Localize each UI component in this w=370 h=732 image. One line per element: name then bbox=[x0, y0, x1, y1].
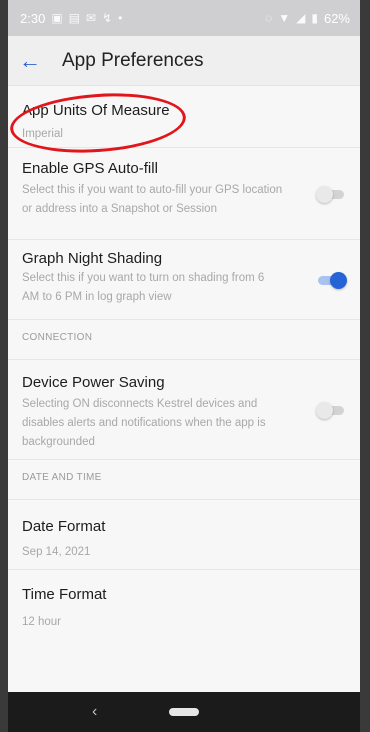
pref-gps-autofill[interactable]: Enable GPS Auto-fill Select this if you … bbox=[8, 148, 360, 240]
navigation-bar: ‹ bbox=[8, 692, 360, 732]
pref-gps-description: Select this if you want to auto-fill you… bbox=[22, 184, 283, 215]
pref-units-title: App Units Of Measure bbox=[22, 102, 170, 119]
wifi-icon: ▼ bbox=[278, 11, 291, 25]
pref-gps-title: Enable GPS Auto-fill bbox=[22, 160, 158, 177]
toggle-thumb bbox=[316, 402, 333, 419]
pref-night-shading-description: Select this if you want to turn on shadi… bbox=[22, 272, 265, 303]
dot-icon: • bbox=[118, 11, 123, 25]
status-left: 2:30 ▣ ▤ ✉ ↯ • bbox=[20, 11, 122, 26]
night-shading-toggle[interactable] bbox=[316, 272, 347, 289]
pref-date-format-title: Date Format bbox=[22, 518, 106, 535]
mail-icon: ✉ bbox=[86, 11, 97, 25]
status-right: ◌ ▼ ◢ ▮ 62% bbox=[265, 11, 350, 26]
section-header-connection: CONNECTION bbox=[8, 320, 360, 360]
pref-device-power-saving[interactable]: Device Power Saving Selecting ON disconn… bbox=[8, 360, 360, 460]
back-button[interactable]: ← bbox=[8, 48, 52, 74]
gallery-icon: ▣ bbox=[51, 11, 63, 25]
no-sim-icon: ◌ bbox=[265, 11, 273, 25]
pref-units-of-measure[interactable]: App Units Of Measure Imperial bbox=[8, 86, 360, 148]
gps-autofill-toggle[interactable] bbox=[316, 186, 346, 203]
section-header-date-time: DATE AND TIME bbox=[8, 460, 360, 500]
pref-units-value: Imperial bbox=[22, 128, 63, 140]
page-title: App Preferences bbox=[62, 49, 204, 71]
battery-icon: ▮ bbox=[311, 11, 318, 25]
pref-date-format-value: Sep 14, 2021 bbox=[22, 546, 91, 558]
status-time: 2:30 bbox=[20, 10, 46, 26]
toggle-thumb bbox=[316, 186, 333, 203]
pref-night-shading[interactable]: Graph Night Shading Select this if you w… bbox=[8, 240, 360, 320]
pref-time-format-title: Time Format bbox=[22, 586, 107, 603]
pref-time-format-value: 12 hour bbox=[22, 616, 62, 628]
pref-date-format[interactable]: Date Format Sep 14, 2021 bbox=[8, 500, 360, 570]
home-pill-icon[interactable] bbox=[169, 708, 199, 716]
signal-icon: ◢ bbox=[296, 11, 306, 25]
pref-night-shading-title: Graph Night Shading bbox=[22, 250, 163, 267]
battery-level: 62% bbox=[323, 10, 350, 26]
app-bar: ← App Preferences bbox=[8, 36, 360, 86]
arrow-left-icon: ← bbox=[19, 47, 41, 73]
power-saving-toggle[interactable] bbox=[316, 402, 346, 419]
status-bar: 2:30 ▣ ▤ ✉ ↯ • ◌ ▼ ◢ ▮ 62% bbox=[8, 0, 360, 36]
toggle-thumb bbox=[330, 272, 347, 289]
pref-time-format[interactable]: Time Format 12 hour bbox=[8, 570, 360, 636]
pref-power-saving-description: Selecting ON disconnects Kestrel devices… bbox=[22, 398, 266, 448]
missed-call-icon: ↯ bbox=[102, 11, 113, 25]
pref-power-saving-title: Device Power Saving bbox=[22, 374, 165, 391]
nav-back-icon[interactable]: ‹ bbox=[92, 703, 97, 721]
chat-icon: ▤ bbox=[68, 11, 80, 25]
preferences-list: App Units Of Measure Imperial Enable GPS… bbox=[8, 86, 360, 636]
app-screen: 2:30 ▣ ▤ ✉ ↯ • ◌ ▼ ◢ ▮ 62% ← App Prefere… bbox=[8, 0, 360, 732]
